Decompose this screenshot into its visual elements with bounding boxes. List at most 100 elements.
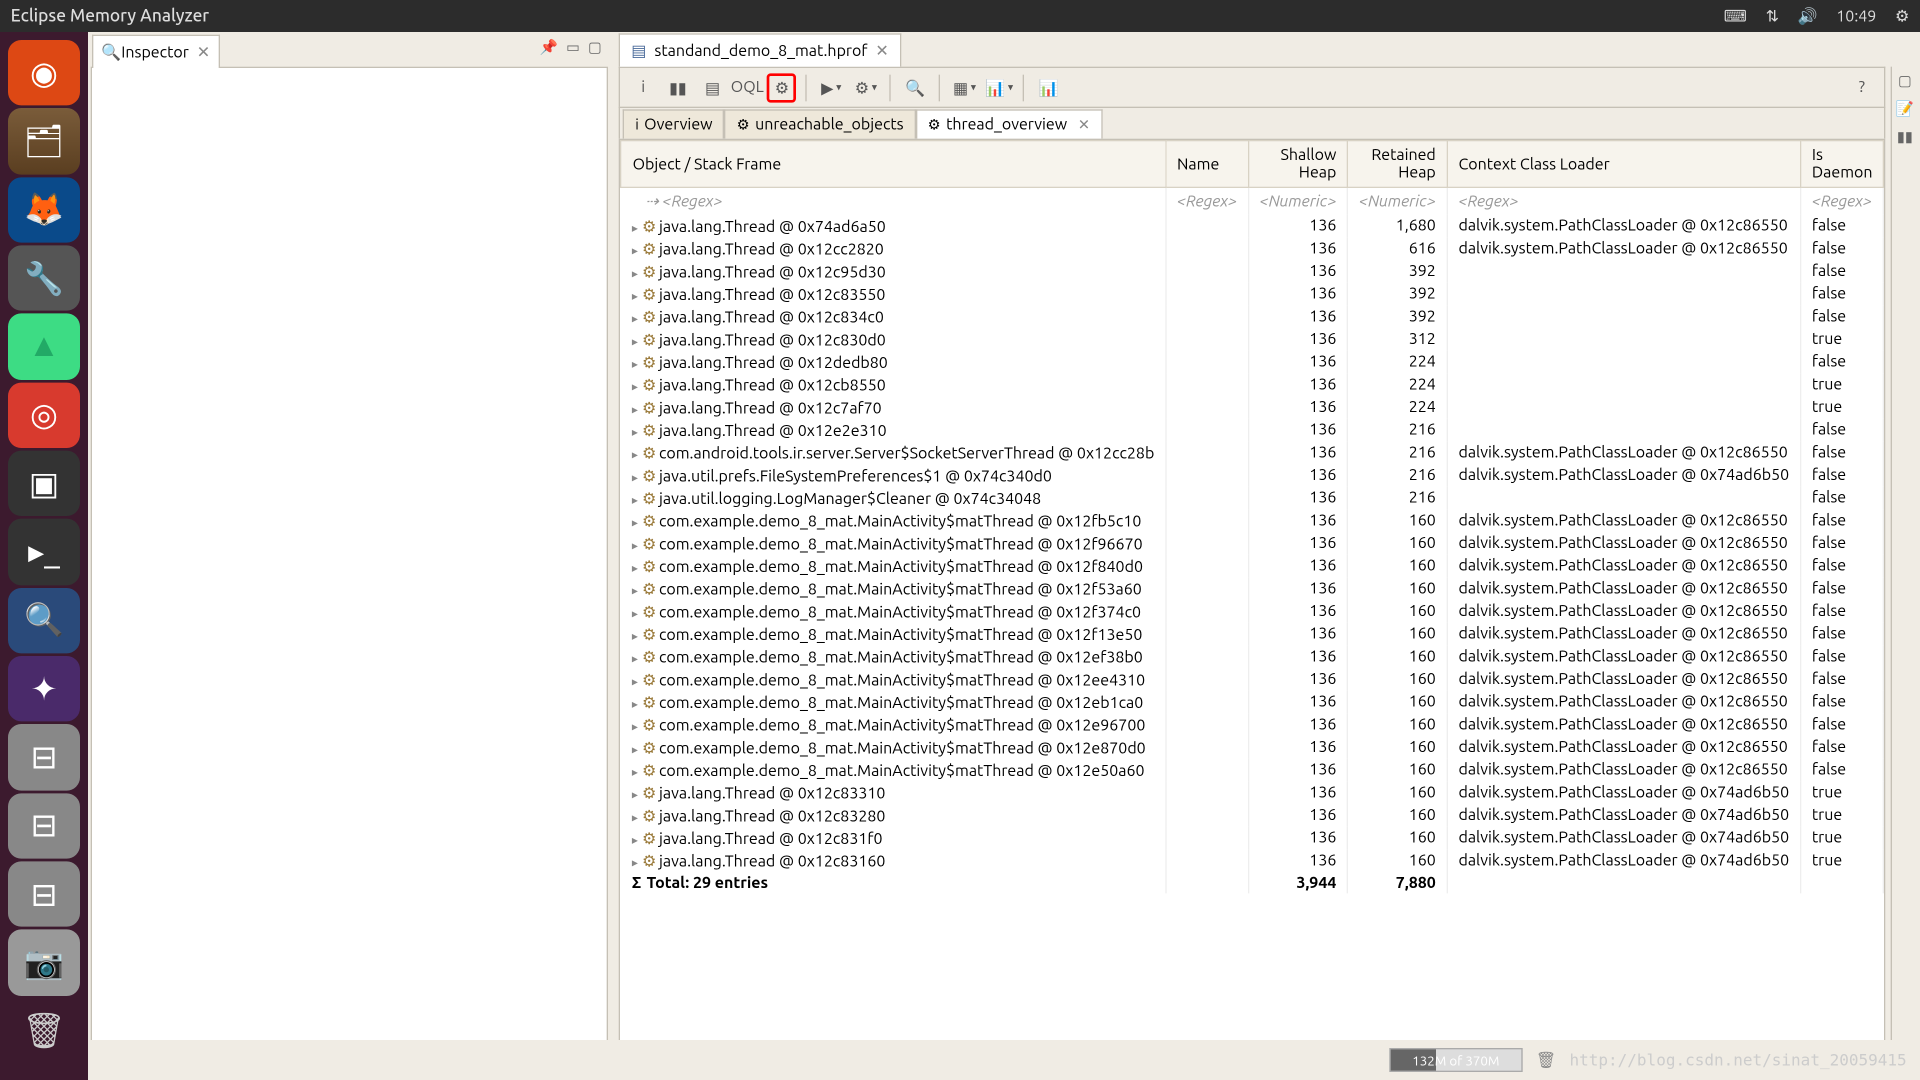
table-row[interactable]: ▸⚙java.lang.Thread @ 0x12e2e310136216fal… [621, 419, 1884, 442]
table-row[interactable]: ▸⚙com.example.demo_8_mat.MainActivity$ma… [621, 759, 1884, 782]
launcher-eclipse-mat[interactable]: ▣ [8, 451, 80, 517]
table-row[interactable]: ▸⚙com.example.demo_8_mat.MainActivity$ma… [621, 532, 1884, 555]
table-row[interactable]: ▸⚙com.example.demo_8_mat.MainActivity$ma… [621, 555, 1884, 578]
gc-icon[interactable]: 🗑 [1536, 1051, 1556, 1070]
keyboard-icon[interactable]: ⌨ [1724, 7, 1747, 26]
table-row[interactable]: ▸⚙java.lang.Thread @ 0x12c7af70136224tru… [621, 396, 1884, 419]
table-row[interactable]: ▸⚙java.lang.Thread @ 0x74ad6a501361,680d… [621, 215, 1884, 238]
col-shallow[interactable]: Shallow Heap [1248, 141, 1347, 188]
col-daemon[interactable]: Is Daemon [1801, 141, 1884, 188]
inspector-title: Inspector [121, 43, 188, 60]
restore-icon[interactable]: ▢ [1898, 72, 1912, 89]
inspector-tab[interactable]: 🔍 Inspector ✕ [92, 35, 220, 68]
table-row[interactable]: ▸⚙java.util.prefs.FileSystemPreferences$… [621, 464, 1884, 487]
notes-icon[interactable]: 📝 [1896, 100, 1914, 117]
close-icon[interactable]: ✕ [875, 41, 888, 60]
table-row[interactable]: ▸⚙java.lang.Thread @ 0x12c83160136160dal… [621, 849, 1884, 872]
inspector-icon: 🔍 [101, 43, 121, 62]
clock[interactable]: 10:49 [1836, 7, 1876, 24]
col-object[interactable]: Object / Stack Frame [621, 141, 1165, 188]
object-icon: ⚙ [737, 116, 750, 133]
thread-table[interactable]: Object / Stack Frame Name Shallow Heap R… [619, 139, 1886, 1075]
table-row[interactable]: ▸⚙java.lang.Thread @ 0x12c95d30136392fal… [621, 260, 1884, 283]
table-row[interactable]: ▸⚙java.lang.Thread @ 0x12c831f0136160dal… [621, 827, 1884, 850]
query-button[interactable]: ⚙ [851, 73, 880, 102]
launcher-settings[interactable]: 🔧 [8, 245, 80, 311]
tab-unreachable[interactable]: ⚙unreachable_objects [725, 109, 916, 138]
tab-thread-overview[interactable]: ⚙thread_overview✕ [916, 109, 1102, 138]
table-row[interactable]: ▸⚙com.example.demo_8_mat.MainActivity$ma… [621, 645, 1884, 668]
minimize-icon[interactable]: ▭ [566, 39, 580, 56]
memory-meter[interactable]: 132M of 370M [1389, 1048, 1522, 1072]
table-row[interactable]: ▸⚙java.lang.Thread @ 0x12dedb80136224fal… [621, 351, 1884, 374]
info-button[interactable]: i [629, 73, 658, 102]
table-row[interactable]: ▸⚙com.example.demo_8_mat.MainActivity$ma… [621, 600, 1884, 623]
calculator-button[interactable]: ▦ [950, 73, 979, 102]
window-title: Eclipse Memory Analyzer [11, 7, 209, 26]
thread-icon: ⚙ [928, 116, 941, 133]
dominator-button[interactable]: ▤ [698, 73, 727, 102]
launcher-android-studio[interactable]: ▲ [8, 314, 80, 380]
launcher-drive-3[interactable]: ⊟ [8, 861, 80, 927]
pin-icon[interactable]: 📌 [540, 39, 558, 56]
table-row[interactable]: ▸⚙com.example.demo_8_mat.MainActivity$ma… [621, 509, 1884, 532]
close-icon[interactable]: ✕ [197, 43, 210, 62]
view-tabs: iOverview ⚙unreachable_objects ⚙thread_o… [619, 107, 1886, 139]
system-bar: Eclipse Memory Analyzer ⌨ ⇅ 🔊 10:49 ⚙ [0, 0, 1920, 32]
total-row: ΣTotal: 29 entries3,9447,880 [621, 872, 1884, 893]
table-row[interactable]: ▸⚙java.lang.Thread @ 0x12cc2820136616dal… [621, 237, 1884, 260]
table-row[interactable]: ▸⚙java.util.logging.LogManager$Cleaner @… [621, 487, 1884, 510]
network-icon[interactable]: ⇅ [1766, 7, 1779, 26]
help-button[interactable]: ? [1847, 73, 1876, 102]
table-row[interactable]: ▸⚙com.example.demo_8_mat.MainActivity$ma… [621, 623, 1884, 646]
search-button[interactable]: 🔍 [901, 73, 930, 102]
maximize-icon[interactable]: ▢ [588, 39, 602, 56]
nav-icon[interactable]: ▮▮ [1897, 128, 1913, 145]
histogram-button[interactable]: ▮▮ [663, 73, 692, 102]
inspector-panel: 🔍 Inspector ✕ 📌 ▭ ▢ ▫▫ Statics Attribute… [91, 67, 609, 1075]
table-row[interactable]: ▸⚙com.example.demo_8_mat.MainActivity$ma… [621, 577, 1884, 600]
col-name[interactable]: Name [1166, 141, 1249, 188]
tab-overview[interactable]: iOverview [623, 109, 724, 138]
table-row[interactable]: ▸⚙com.android.tools.ir.server.Server$Soc… [621, 441, 1884, 464]
launcher-search[interactable]: 🔍 [8, 587, 80, 653]
table-row[interactable]: ▸⚙java.lang.Thread @ 0x12c83310136160dal… [621, 781, 1884, 804]
oql-button[interactable]: OQL [733, 73, 762, 102]
table-row[interactable]: ▸⚙com.example.demo_8_mat.MainActivity$ma… [621, 668, 1884, 691]
table-row[interactable]: ▸⚙java.lang.Thread @ 0x12c83280136160dal… [621, 804, 1884, 827]
file-tab-label: standand_demo_8_mat.hprof [654, 42, 867, 59]
volume-icon[interactable]: 🔊 [1798, 7, 1818, 26]
table-row[interactable]: ▸⚙java.lang.Thread @ 0x12cb8550136224tru… [621, 373, 1884, 396]
filter-row[interactable]: ⇢ <Regex> <Regex> <Numeric> <Numeric> <R… [621, 187, 1884, 214]
table-row[interactable]: ▸⚙java.lang.Thread @ 0x12c83550136392fal… [621, 283, 1884, 306]
table-row[interactable]: ▸⚙com.example.demo_8_mat.MainActivity$ma… [621, 713, 1884, 736]
thread-overview-button[interactable]: ⚙ [767, 73, 796, 102]
launcher-drive-2[interactable]: ⊟ [8, 793, 80, 859]
close-icon[interactable]: ✕ [1078, 116, 1090, 133]
launcher-firefox[interactable]: 🦊 [8, 177, 80, 243]
hprof-icon: ▤ [631, 41, 646, 60]
col-loader[interactable]: Context Class Loader [1447, 141, 1800, 188]
launcher-music[interactable]: ◎ [8, 382, 80, 448]
launcher-app[interactable]: ✦ [8, 656, 80, 722]
launcher-dash[interactable]: ◉ [8, 40, 80, 106]
compare-button[interactable]: 📊 [1034, 73, 1063, 102]
launcher-camera[interactable]: 📷 [8, 930, 80, 996]
ubuntu-launcher: ◉ 🗂 🦊 🔧 ▲ ◎ ▣ ▸_ 🔍 ✦ ⊟ ⊟ ⊟ 📷 🗑 [0, 32, 88, 1080]
toolbar: i ▮▮ ▤ OQL ⚙ ▶ ⚙ 🔍 ▦ 📊 📊 ? [619, 67, 1886, 107]
run-report-button[interactable]: ▶ [817, 73, 846, 102]
file-tab[interactable]: ▤ standand_demo_8_mat.hprof ✕ [619, 33, 901, 66]
gear-icon[interactable]: ⚙ [1895, 7, 1909, 26]
launcher-drive-1[interactable]: ⊟ [8, 724, 80, 790]
watermark: http://blog.csdn.net/sinat_20059415 [1569, 1051, 1906, 1070]
launcher-files[interactable]: 🗂 [8, 108, 80, 174]
table-row[interactable]: ▸⚙com.example.demo_8_mat.MainActivity$ma… [621, 691, 1884, 714]
table-row[interactable]: ▸⚙java.lang.Thread @ 0x12c830d0136312tru… [621, 328, 1884, 351]
right-sidebar: ▢ 📝 ▮▮ [1891, 67, 1917, 1075]
col-retained[interactable]: Retained Heap [1348, 141, 1447, 188]
export-button[interactable]: 📊 [985, 73, 1014, 102]
table-row[interactable]: ▸⚙com.example.demo_8_mat.MainActivity$ma… [621, 736, 1884, 759]
launcher-terminal[interactable]: ▸_ [8, 519, 80, 585]
launcher-trash[interactable]: 🗑 [8, 998, 80, 1064]
table-row[interactable]: ▸⚙java.lang.Thread @ 0x12c834c0136392fal… [621, 305, 1884, 328]
